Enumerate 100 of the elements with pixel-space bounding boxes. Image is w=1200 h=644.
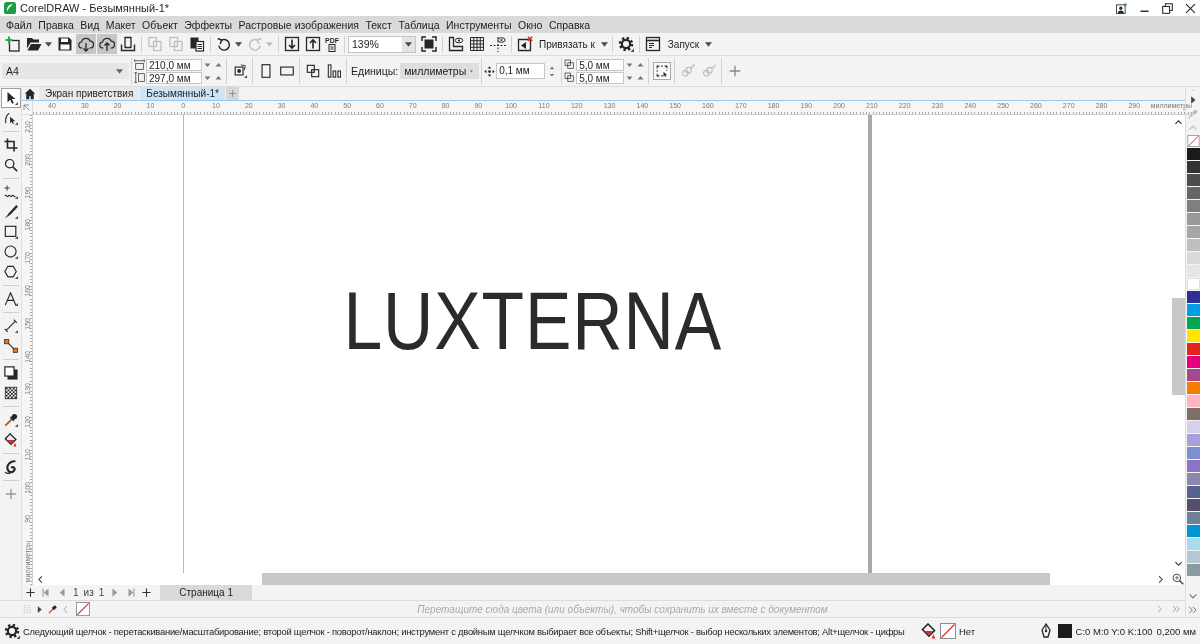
previous-page-icon[interactable] [57,587,68,598]
zoom-fit-icon[interactable] [1172,573,1184,585]
no-color-swatch-icon [940,623,956,639]
ruler-origin-icon[interactable] [23,103,31,112]
close-icon[interactable] [1185,2,1196,14]
color-swatch[interactable] [1186,564,1200,576]
page-size-dropdown[interactable]: A4 [2,63,129,79]
caret-icon[interactable] [235,41,242,47]
menu-item[interactable]: Таблица [398,18,440,31]
color-swatch[interactable] [1186,538,1200,550]
color-swatch[interactable] [1186,304,1200,316]
no-color-swatch-icon[interactable] [76,602,90,616]
fit-page-icon[interactable] [418,34,439,54]
menu-item[interactable]: Вид [80,18,100,31]
color-swatch[interactable] [1186,551,1200,563]
menu-item[interactable]: Объект [142,18,178,31]
color-swatch[interactable] [1186,317,1200,329]
scroll-right-icon[interactable] [1156,574,1165,584]
menu-item[interactable]: Файл [6,18,32,31]
duplicate-x-field[interactable]: 5,0 мм [576,58,625,71]
units-dropdown[interactable]: миллиметры [400,63,480,79]
color-swatch[interactable] [1186,356,1200,368]
color-swatch[interactable] [1186,395,1200,407]
zoom-level-combo[interactable]: 139% [348,35,416,53]
launch-dropdown[interactable]: Запуск [663,38,715,50]
object-frame-icon[interactable] [652,62,671,80]
menu-item[interactable]: Инструменты [446,18,512,31]
color-swatch[interactable] [1186,200,1200,212]
pointer-icon[interactable] [0,88,21,108]
color-swatch[interactable] [1186,213,1200,225]
duplicate-y-field[interactable]: 5,0 мм [576,71,625,84]
caret-icon[interactable] [405,41,412,47]
color-swatch[interactable] [1186,499,1200,511]
color-swatch[interactable] [1186,252,1200,264]
color-swatch[interactable] [1186,382,1200,394]
expand-arrow-icon[interactable] [1188,95,1198,105]
color-swatch[interactable] [1186,525,1200,537]
page-width-field[interactable]: 210,0 мм [146,58,202,71]
scroll-down-icon[interactable] [1188,591,1198,601]
new-tab-icon[interactable] [225,87,239,100]
settings-icon[interactable] [4,623,20,639]
add-page-icon[interactable] [25,587,36,598]
home-icon[interactable] [24,88,36,100]
guidelines-icon[interactable] [487,34,508,54]
color-swatch[interactable] [1186,278,1200,290]
color-swatch[interactable] [1186,447,1200,459]
cloud-upload-icon[interactable] [96,34,117,54]
color-swatch[interactable] [1186,330,1200,342]
account-icon[interactable] [1116,2,1127,14]
color-swatch[interactable] [1186,148,1200,160]
scroll-left-icon[interactable] [36,574,45,584]
scroll-down-icon[interactable] [1174,559,1183,568]
last-page-icon[interactable] [125,587,137,598]
menu-item[interactable]: Справка [548,18,591,31]
spin-up-icon[interactable] [548,64,557,71]
document-tab[interactable]: Безымянный-1* [140,87,225,100]
eyedropper-icon[interactable] [48,603,57,615]
spin-down-icon[interactable] [548,71,557,78]
page-tab[interactable]: Страница 1 [160,585,252,600]
color-swatch[interactable] [1186,460,1200,472]
restore-icon[interactable] [1162,2,1173,14]
color-swatch[interactable] [1186,486,1200,498]
caret-icon[interactable] [116,68,123,74]
caret-icon[interactable] [600,41,608,47]
menu-item[interactable]: Текст [365,18,392,31]
no-color-swatch-icon[interactable] [1186,135,1200,147]
menu-item[interactable]: Окно [518,18,543,31]
color-swatch[interactable] [1186,343,1200,355]
color-swatch[interactable] [1186,291,1200,303]
snap-to-dropdown[interactable]: Привязать к [535,38,610,50]
menu-item[interactable]: Макет [105,18,136,31]
settings-icon[interactable] [616,34,637,54]
color-swatch[interactable] [1186,421,1200,433]
double-chevron-icon[interactable] [1188,605,1198,615]
nudge-arrows-icon [484,65,496,77]
color-swatch[interactable] [1186,226,1200,238]
scrollbar-thumb[interactable] [1172,298,1185,395]
color-swatch[interactable] [1186,408,1200,420]
fill-value: Нет [959,625,976,637]
color-swatch[interactable] [1186,512,1200,524]
paint-bucket-icon[interactable] [921,623,937,639]
page-height-field[interactable]: 297,0 мм [146,71,202,84]
color-swatch[interactable] [1186,174,1200,186]
color-swatch[interactable] [1186,473,1200,485]
color-swatch[interactable] [1186,265,1200,277]
menu-item[interactable]: Правка [38,18,74,31]
scrollbar-thumb[interactable] [262,573,1050,585]
nudge-distance-field[interactable]: 0,1 мм [496,63,546,79]
color-swatch[interactable] [1186,369,1200,381]
color-swatch[interactable] [1186,239,1200,251]
menu-item[interactable]: Эффекты [184,18,232,31]
add-page-icon[interactable] [141,587,153,598]
menu-item[interactable]: Растровые изображения [238,18,359,31]
cloud-download-icon[interactable] [75,34,96,54]
caret-icon[interactable] [45,41,52,47]
color-swatch[interactable] [1186,161,1200,173]
color-swatch[interactable] [1186,434,1200,446]
color-swatch[interactable] [1186,187,1200,199]
caret-icon[interactable] [705,41,713,47]
document-tab[interactable]: Экран приветствия [39,87,140,100]
